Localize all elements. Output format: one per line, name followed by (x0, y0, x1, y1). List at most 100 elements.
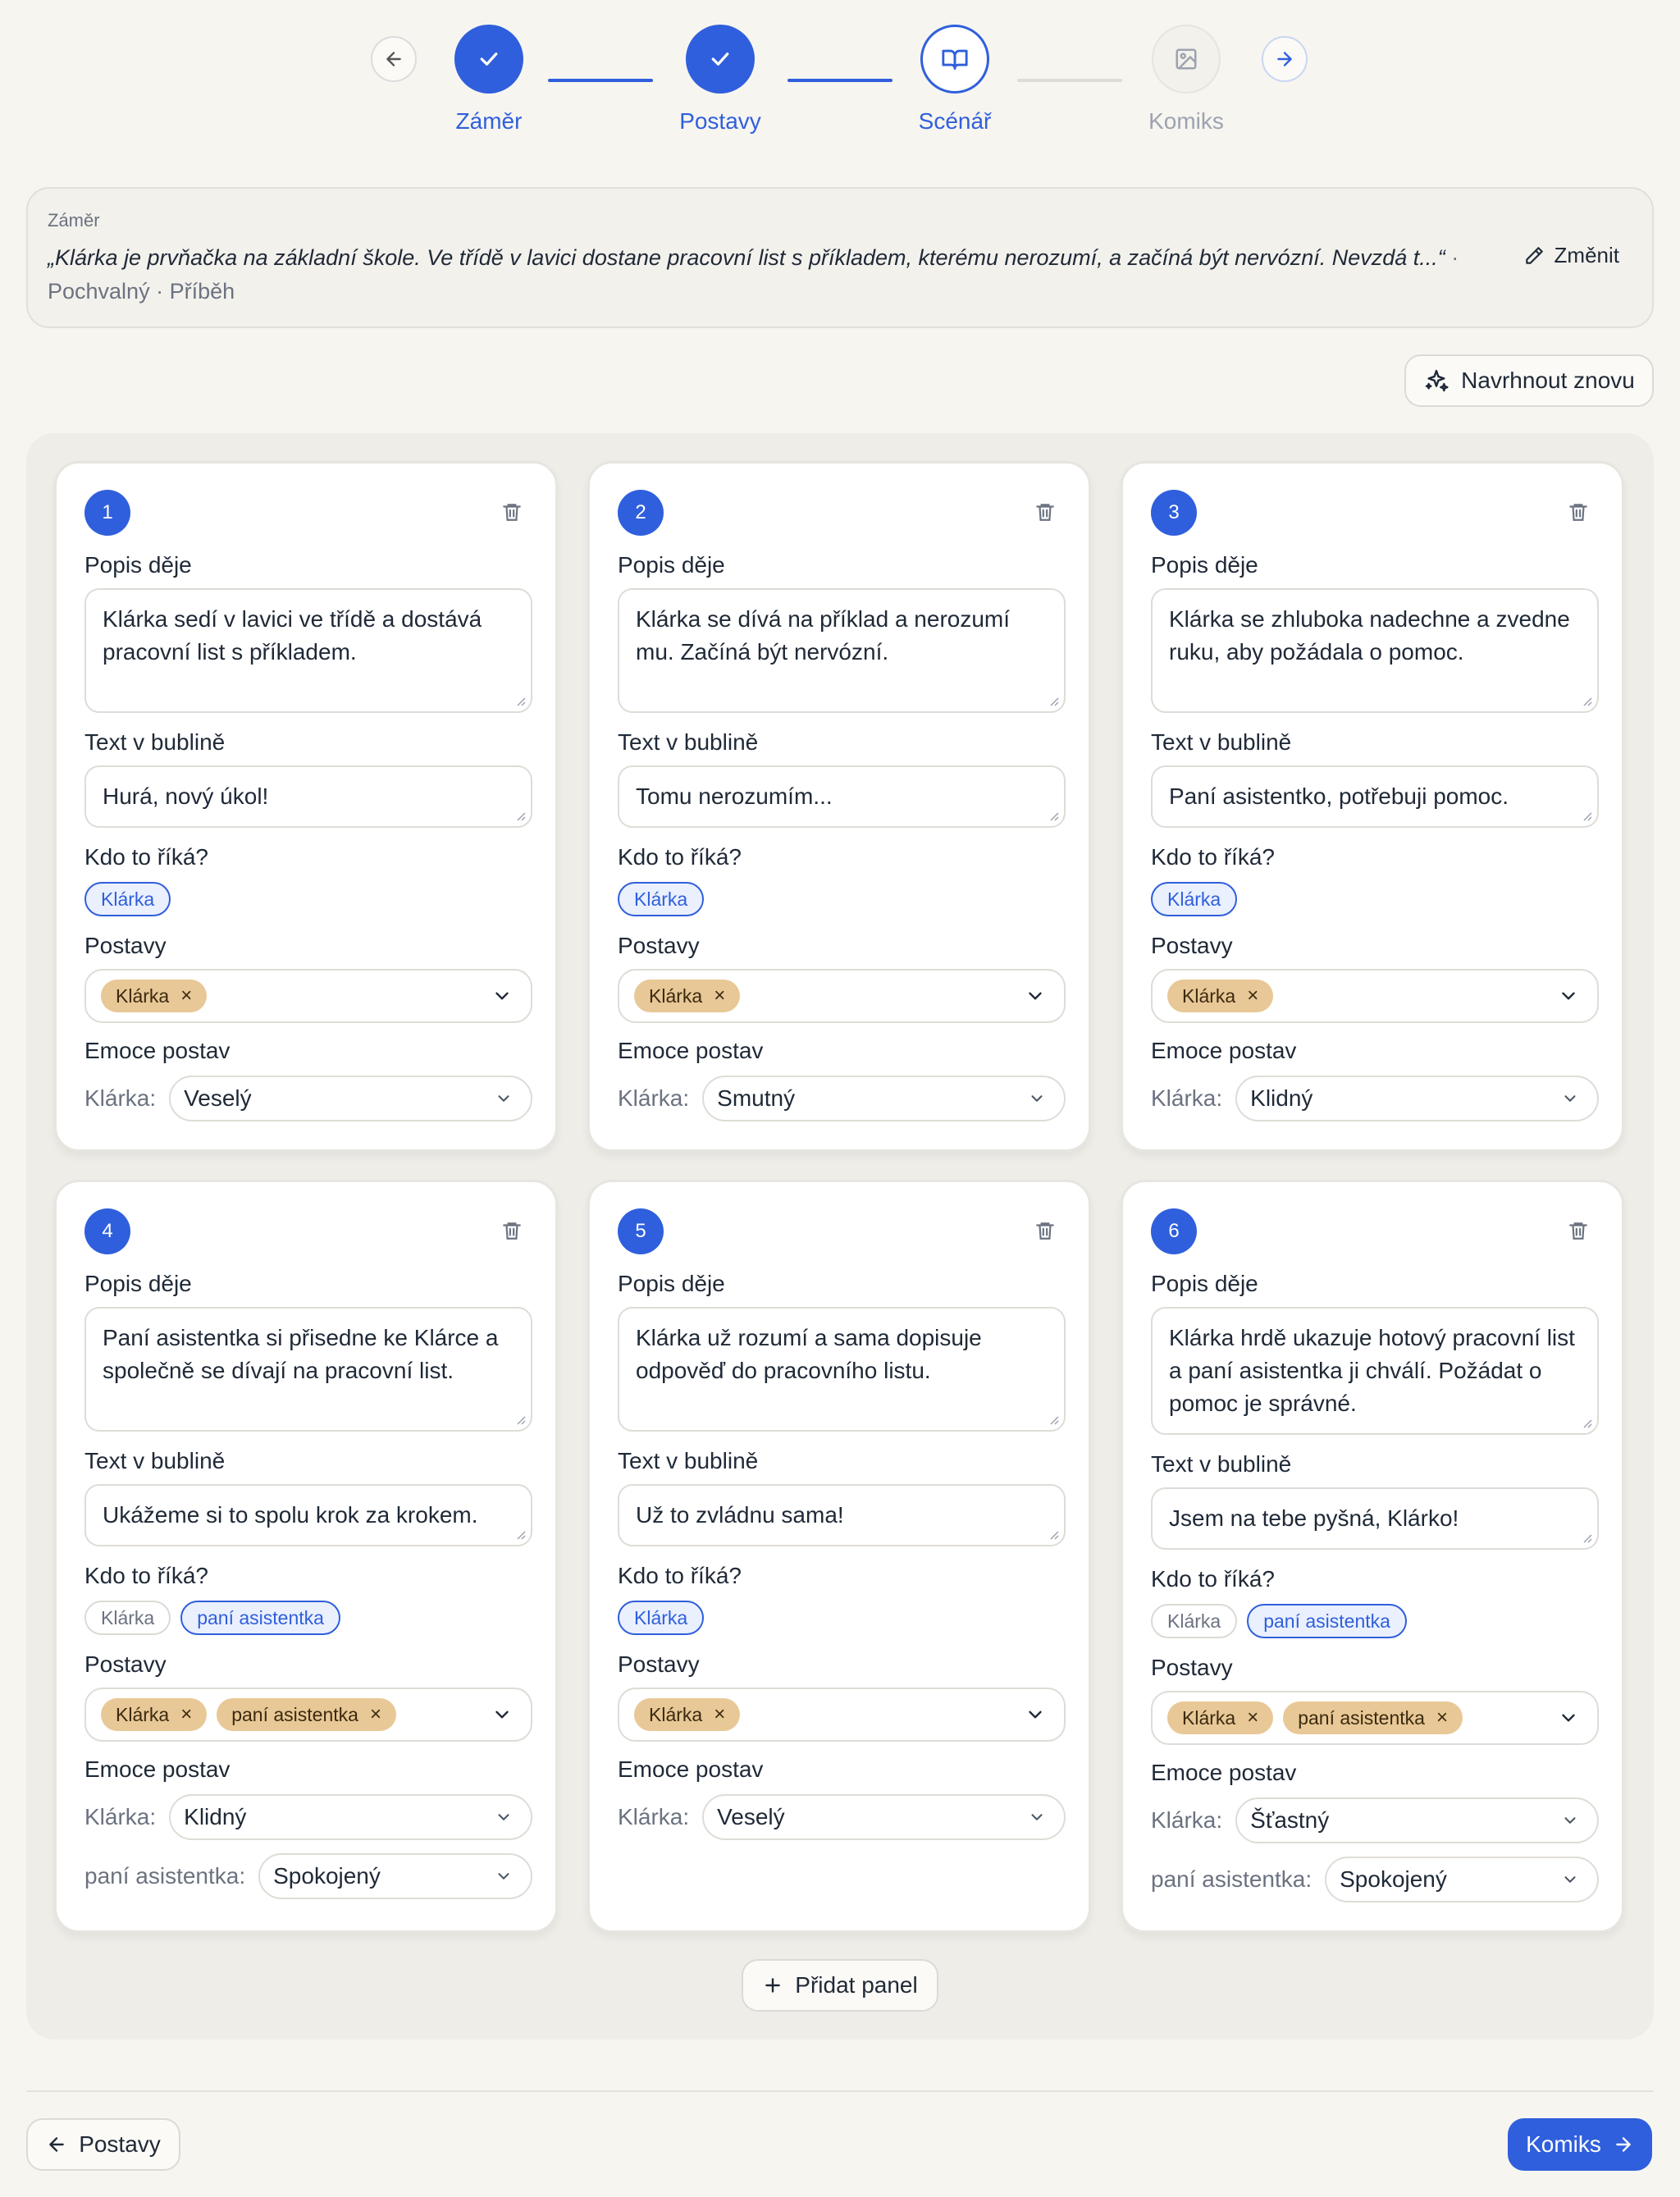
speaker-chip[interactable]: paní asistentka (1247, 1604, 1407, 1638)
characters-multiselect[interactable]: Klárka × paní asistentka × (1151, 1691, 1599, 1745)
speaker-label: Kdo to říká? (618, 1563, 742, 1588)
trash-icon[interactable] (501, 500, 523, 524)
step-postavy[interactable]: Postavy (663, 25, 778, 135)
remove-tag-icon[interactable]: × (714, 1703, 725, 1726)
speaker-chip[interactable]: Klárka (618, 1601, 705, 1635)
speaker-chip[interactable]: paní asistentka (180, 1601, 340, 1635)
check-icon (480, 53, 498, 66)
trash-icon[interactable] (1568, 500, 1589, 524)
remove-tag-icon[interactable]: × (370, 1703, 381, 1726)
characters-multiselect[interactable]: Klárka × (1151, 969, 1599, 1023)
description-textarea[interactable]: Paní asistentka si přisedne ke Klárce a … (84, 1307, 532, 1432)
resize-grip-icon[interactable] (514, 695, 526, 706)
emotion-select[interactable]: Spokojený (1325, 1857, 1599, 1902)
chevron-down-icon (495, 1711, 509, 1719)
remove-tag-icon[interactable]: × (180, 1703, 192, 1726)
description-textarea[interactable]: Klárka hrdě ukazuje hotový pracovní list… (1151, 1307, 1599, 1435)
character-tag: Klárka × (101, 1698, 208, 1731)
emotion-select[interactable]: Veselý (702, 1794, 1066, 1840)
description-textarea[interactable]: Klárka sedí v lavici ve třídě a dostává … (84, 588, 532, 713)
next-step-button[interactable] (1262, 36, 1308, 82)
resize-grip-icon[interactable] (1048, 1414, 1059, 1425)
regenerate-button[interactable]: Navrhnout znovu (1404, 354, 1654, 407)
characters-multiselect[interactable]: Klárka × (84, 969, 532, 1023)
plus-icon (765, 1978, 781, 1993)
speaker-chip[interactable]: Klárka (1151, 1604, 1238, 1638)
add-panel-button[interactable]: Přidat panel (742, 1959, 938, 2012)
resize-grip-icon[interactable] (1048, 810, 1059, 821)
emotions-label: Emoce postav (618, 1038, 764, 1063)
trash-icon[interactable] (1034, 500, 1056, 524)
remove-tag-icon[interactable]: × (180, 984, 192, 1007)
bubble-textarea[interactable]: Tomu nerozumím... (618, 765, 1066, 828)
stepper: Záměr Postavy Scénář Komiks (0, 0, 1680, 139)
speaker-chip[interactable]: Klárka (84, 1601, 171, 1635)
emotions-label: Emoce postav (618, 1756, 764, 1782)
resize-grip-icon[interactable] (514, 1414, 526, 1425)
characters-multiselect[interactable]: Klárka × paní asistentka × (84, 1688, 532, 1742)
resize-grip-icon[interactable] (1581, 1532, 1592, 1543)
resize-grip-icon[interactable] (514, 1528, 526, 1540)
step-pending-circle (1152, 25, 1221, 94)
change-intent-button[interactable]: Změnit (1523, 243, 1619, 268)
description-text: Klárka sedí v lavici ve třídě a dostává … (103, 606, 482, 665)
speaker-chips: Klárka (618, 1601, 705, 1635)
emotion-select[interactable]: Veselý (169, 1076, 532, 1121)
emotion-select[interactable]: Smutný (702, 1076, 1066, 1121)
description-textarea[interactable]: Klárka už rozumí a sama dopisuje odpověď… (618, 1307, 1066, 1432)
description-text: Klárka se dívá na příklad a nerozumí mu.… (636, 606, 1011, 665)
back-button[interactable]: Postavy (26, 2118, 180, 2171)
step-komiks[interactable]: Komiks (1129, 25, 1244, 135)
trash-icon[interactable] (501, 1218, 523, 1243)
emotion-select[interactable]: Klidný (169, 1794, 532, 1840)
description-textarea[interactable]: Klárka se dívá na příklad a nerozumí mu.… (618, 588, 1066, 713)
speaker-chip[interactable]: Klárka (84, 882, 171, 916)
characters-multiselect[interactable]: Klárka × (618, 969, 1066, 1023)
intent-quote-text: „Klárka je prvňačka na základní škole. V… (48, 245, 1445, 270)
description-text: Klárka se zhluboka nadechne a zvedne ruk… (1169, 606, 1570, 665)
characters-multiselect[interactable]: Klárka × (618, 1688, 1066, 1742)
resize-grip-icon[interactable] (1581, 810, 1592, 821)
emotion-select[interactable]: Šťastný (1235, 1797, 1599, 1843)
emotion-row: paní asistentka: Spokojený (1151, 1857, 1599, 1902)
trash-icon[interactable] (1568, 1218, 1589, 1243)
step-label: Záměr (455, 108, 523, 134)
speaker-chips: Klárka paní asistentka (84, 1601, 340, 1635)
speaker-label: Kdo to říká? (618, 844, 742, 870)
description-label: Popis děje (618, 552, 725, 578)
bubble-text: Jsem na tebe pyšná, Klárko! (1169, 1505, 1459, 1531)
bubble-textarea[interactable]: Hurá, nový úkol! (84, 765, 532, 828)
chevron-down-icon (1562, 1714, 1575, 1722)
resize-grip-icon[interactable] (514, 810, 526, 821)
step-zamer[interactable]: Záměr (431, 25, 546, 135)
character-tag-label: Klárka (1182, 984, 1236, 1007)
remove-tag-icon[interactable]: × (714, 984, 725, 1007)
remove-tag-icon[interactable]: × (1247, 1706, 1258, 1729)
previous-step-button[interactable] (371, 36, 417, 82)
chevron-down-icon (1562, 992, 1575, 1000)
speaker-chip[interactable]: Klárka (618, 882, 705, 916)
resize-grip-icon[interactable] (1048, 695, 1059, 706)
back-button-label: Postavy (79, 2131, 161, 2157)
bubble-textarea[interactable]: Ukážeme si to spolu krok za krokem. (84, 1484, 532, 1546)
resize-grip-icon[interactable] (1581, 1417, 1592, 1428)
emotions-label: Emoce postav (84, 1756, 231, 1782)
bubble-textarea[interactable]: Paní asistentko, potřebuji pomoc. (1151, 765, 1599, 828)
resize-grip-icon[interactable] (1048, 1528, 1059, 1540)
emotion-value: Klidný (1250, 1085, 1313, 1111)
emotion-select[interactable]: Klidný (1235, 1076, 1599, 1121)
step-connector (548, 79, 653, 82)
remove-tag-icon[interactable]: × (1436, 1706, 1448, 1729)
bubble-textarea[interactable]: Už to zvládnu sama! (618, 1484, 1066, 1546)
step-scenar[interactable]: Scénář (897, 25, 1012, 135)
bubble-textarea[interactable]: Jsem na tebe pyšná, Klárko! (1151, 1487, 1599, 1550)
resize-grip-icon[interactable] (1581, 695, 1592, 706)
arrow-right-icon (1616, 2137, 1631, 2152)
remove-tag-icon[interactable]: × (1247, 984, 1258, 1007)
panel-card: 4 Popis děje Paní asistentka si přisedne… (54, 1180, 558, 1933)
trash-icon[interactable] (1034, 1218, 1056, 1243)
emotion-select[interactable]: Spokojený (258, 1853, 532, 1899)
speaker-chip[interactable]: Klárka (1151, 882, 1238, 916)
description-textarea[interactable]: Klárka se zhluboka nadechne a zvedne ruk… (1151, 588, 1599, 713)
next-button[interactable]: Komiks (1508, 2118, 1652, 2171)
